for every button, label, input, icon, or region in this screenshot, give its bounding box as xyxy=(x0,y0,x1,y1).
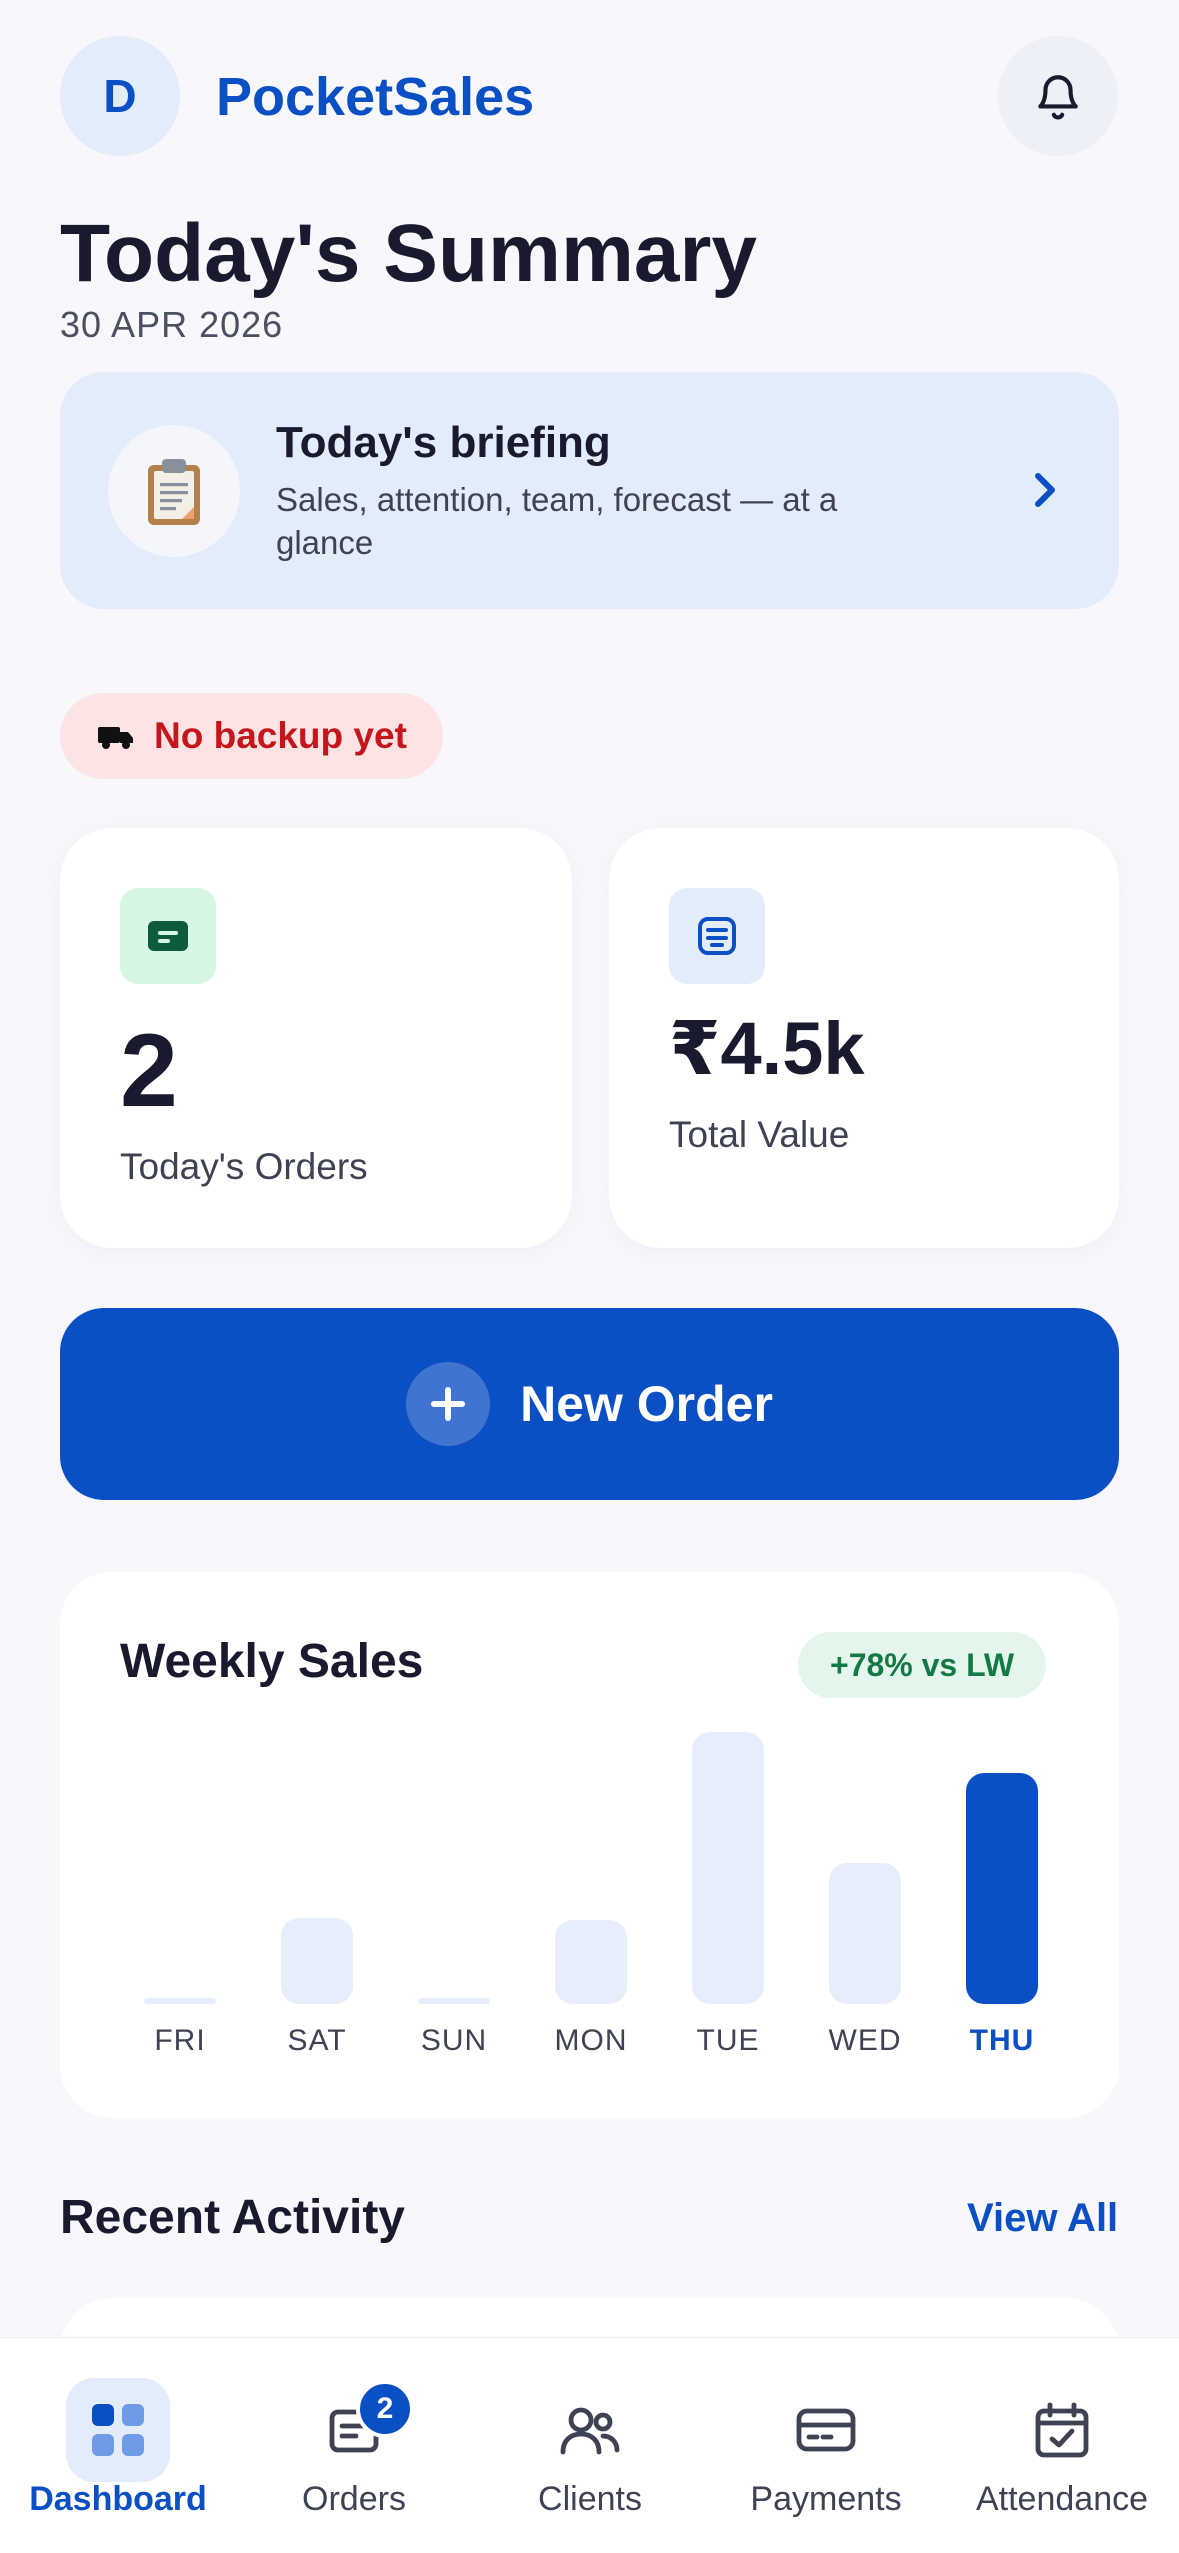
nav-clients[interactable]: Clients xyxy=(472,2338,708,2553)
nav-attendance[interactable]: Attendance xyxy=(944,2338,1179,2553)
orders-count-badge: 2 xyxy=(356,2380,414,2438)
new-order-label: New Order xyxy=(520,1376,773,1432)
attendance-icon xyxy=(1010,2378,1114,2482)
page-title: Today's Summary xyxy=(60,208,757,299)
total-value-card[interactable]: ₹4.5k Total Value xyxy=(609,828,1119,1248)
clients-icon xyxy=(538,2378,642,2482)
chart-bar-sun xyxy=(418,1998,490,2004)
nav-label: Orders xyxy=(302,2480,406,2518)
payments-icon xyxy=(774,2378,878,2482)
chart-day-label: WED xyxy=(828,2024,902,2057)
avatar[interactable]: D xyxy=(60,36,180,156)
chart-bar-sat xyxy=(281,1918,353,2004)
chart-bar-tue xyxy=(692,1732,764,2004)
bell-icon xyxy=(1038,75,1078,120)
chart-day-label: SAT xyxy=(287,2024,347,2057)
chart-day-label: TUE xyxy=(696,2024,760,2057)
chart-day-label: FRI xyxy=(154,2024,206,2057)
app-name: PocketSales xyxy=(216,67,535,127)
dashboard-icon xyxy=(66,2378,170,2482)
chart-bar-wed xyxy=(829,1863,901,2004)
summary-date: 30 APR 2026 xyxy=(60,304,284,345)
chart-bar-thu xyxy=(966,1773,1038,2004)
chart-day-label: MON xyxy=(554,2024,628,2057)
nav-label: Attendance xyxy=(975,2480,1149,2518)
briefing-icon-circle xyxy=(108,425,240,557)
todays-orders-label: Today's Orders xyxy=(120,1146,368,1187)
weekly-sales-card: Weekly Sales +78% vs LW FRI SAT SUN MON TUE W… xyxy=(60,1572,1119,2118)
todays-orders-card[interactable]: 2 Today's Orders xyxy=(60,828,572,1248)
nav-payments[interactable]: Payments xyxy=(708,2338,944,2553)
backup-status-label: No backup yet xyxy=(154,715,407,756)
notifications-button[interactable] xyxy=(998,36,1118,156)
truck-icon xyxy=(98,727,133,749)
chart-day-label: THU xyxy=(969,2024,1035,2057)
chart-bar-fri xyxy=(144,1998,216,2004)
clipboard-icon xyxy=(148,459,200,525)
bottom-navigation: Dashboard 2 Orders Clients Payments Atte… xyxy=(0,2337,1179,2553)
plus-icon xyxy=(406,1362,491,1446)
new-order-button[interactable]: New Order xyxy=(60,1308,1119,1500)
order-icon-tile xyxy=(120,888,216,984)
nav-orders[interactable]: 2 Orders xyxy=(236,2338,472,2553)
chevron-right-icon xyxy=(1030,470,1060,515)
briefing-card[interactable]: Today's briefing Sales, attention, team,… xyxy=(60,372,1119,609)
receipt-icon-tile xyxy=(669,888,765,984)
chart-day-label: SUN xyxy=(420,2024,488,2057)
nav-label: Clients xyxy=(538,2480,642,2518)
weekly-sales-chart: FRI SAT SUN MON TUE WED THU xyxy=(60,1572,1119,2118)
order-icon xyxy=(148,921,188,951)
recent-activity-title: Recent Activity xyxy=(60,2191,405,2244)
briefing-subtitle: Sales, attention, team, forecast — at a … xyxy=(276,481,838,561)
total-value-amount: ₹4.5k xyxy=(669,1007,865,1090)
total-value-label: Total Value xyxy=(669,1114,850,1155)
nav-label: Dashboard xyxy=(29,2480,207,2518)
nav-dashboard[interactable]: Dashboard xyxy=(0,2338,236,2553)
backup-status-badge[interactable]: No backup yet xyxy=(60,693,443,779)
view-all-link[interactable]: View All xyxy=(967,2196,1118,2241)
nav-label: Payments xyxy=(750,2480,902,2518)
chart-bar-mon xyxy=(555,1920,627,2004)
briefing-title: Today's briefing xyxy=(276,418,611,467)
todays-orders-value: 2 xyxy=(120,1013,178,1129)
receipt-icon xyxy=(698,917,736,955)
